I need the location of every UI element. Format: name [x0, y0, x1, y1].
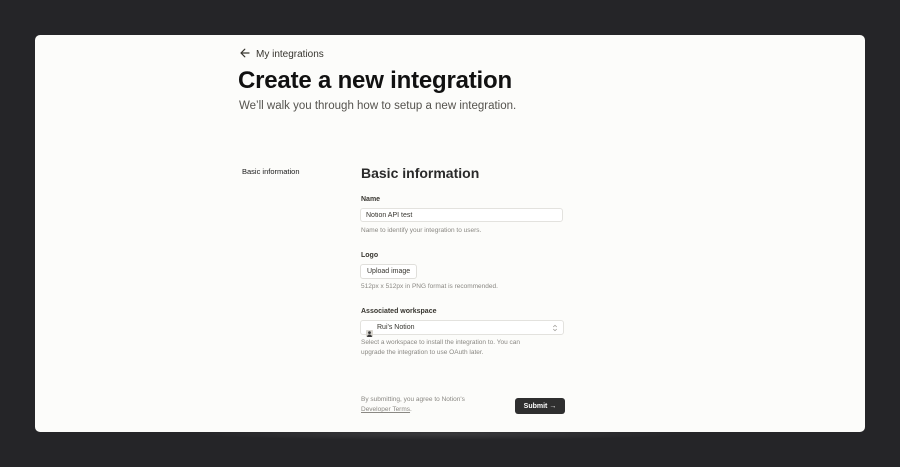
submit-button[interactable]: Submit →: [515, 398, 565, 414]
terms-prefix: By submitting, you agree to Notion's: [361, 396, 465, 403]
workspace-label: Associated workspace: [361, 308, 437, 315]
workspace-select[interactable]: Rui's Notion: [360, 319, 564, 337]
name-input[interactable]: [360, 208, 563, 222]
workspace-help-text: Select a workspace to install the integr…: [361, 338, 520, 358]
page-title: Create a new integration: [238, 67, 512, 94]
chevron-updown-icon: [552, 319, 558, 337]
integration-window: My integrations Create a new integration…: [35, 35, 865, 432]
name-label: Name: [361, 196, 381, 203]
sidebar-item-basic-information[interactable]: Basic information: [242, 167, 300, 176]
workspace-selected-value: Rui's Notion: [377, 324, 415, 331]
name-help-text: Name to identify your integration to use…: [361, 227, 482, 234]
logo-label: Logo: [361, 252, 379, 259]
back-link-label: My integrations: [256, 49, 324, 60]
page-subtitle: We’ll walk you through how to setup a ne…: [239, 100, 517, 112]
workspace-avatar-icon: [366, 324, 373, 337]
upload-image-button[interactable]: Upload image: [360, 264, 418, 279]
section-title: Basic information: [361, 165, 480, 181]
workspace-help-line-2: upgrade the integration to use OAuth lat…: [361, 349, 484, 356]
back-link-my-integrations[interactable]: My integrations: [239, 47, 324, 62]
arrow-left-icon: [239, 47, 256, 62]
terms-suffix: .: [410, 406, 412, 413]
workspace-help-line-1: Select a workspace to install the integr…: [361, 339, 520, 346]
logo-help-text: 512px x 512px in PNG format is recommend…: [361, 283, 498, 290]
terms-text: By submitting, you agree to Notion's Dev…: [361, 395, 465, 415]
developer-terms-link[interactable]: Developer Terms: [361, 406, 410, 413]
